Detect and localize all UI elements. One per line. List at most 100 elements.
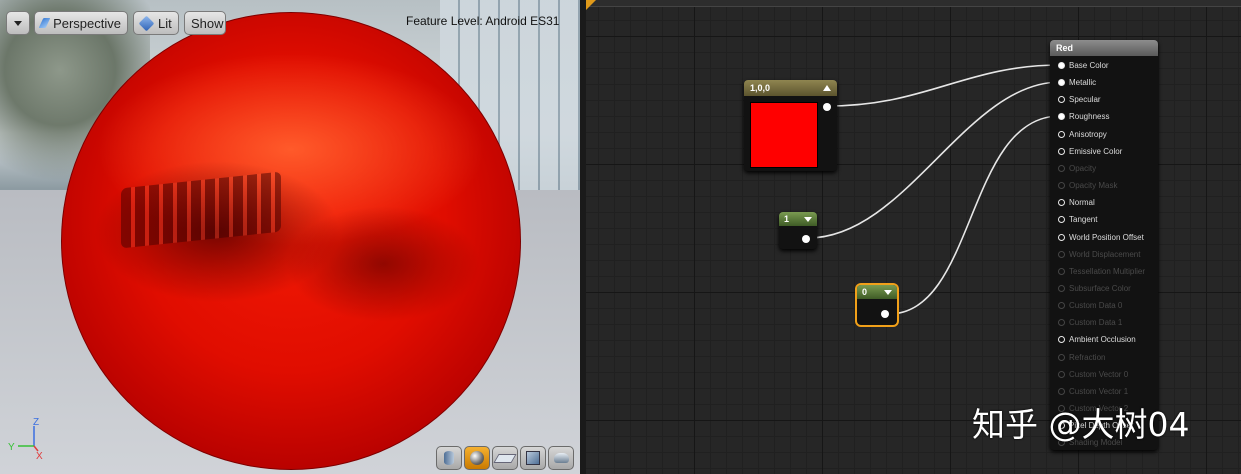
metallic-constant-node[interactable]: 1: [779, 212, 817, 249]
pin-connector-icon[interactable]: [1058, 387, 1065, 395]
color-swatch[interactable]: [750, 102, 818, 168]
metallic-constant-output-pin[interactable]: [802, 235, 810, 243]
input-pin-label: Base Color: [1069, 61, 1109, 70]
input-pin-label: Specular: [1069, 95, 1101, 105]
pin-connector-icon[interactable]: [1058, 336, 1065, 344]
input-pin-custom-data-1[interactable]: Custom Data 1: [1058, 318, 1122, 327]
chevron-down-icon[interactable]: [804, 216, 812, 222]
input-pin-tessellation-multiplier[interactable]: Tessellation Multiplier: [1058, 267, 1145, 276]
pin-connector-icon[interactable]: [1058, 233, 1065, 241]
input-pin-subsurface-color[interactable]: Subsurface Color: [1058, 284, 1131, 293]
input-pin-anisotropy[interactable]: Anisotropy: [1058, 130, 1107, 139]
input-pin-ambient-occlusion[interactable]: Ambient Occlusion: [1058, 335, 1136, 344]
pin-connector-icon[interactable]: [1058, 79, 1065, 87]
input-pin-label: World Displacement: [1069, 249, 1141, 259]
view-mode-button[interactable]: Perspective: [34, 11, 128, 35]
pin-connector-icon[interactable]: [1058, 302, 1065, 310]
input-pin-label: Custom Data 0: [1069, 301, 1123, 311]
metallic-constant-header[interactable]: 1: [779, 212, 817, 226]
cube-icon: [526, 451, 540, 465]
pin-connector-icon[interactable]: [1058, 147, 1065, 155]
collapse-arrow-icon[interactable]: [823, 85, 831, 91]
input-pin-refraction[interactable]: Refraction: [1058, 353, 1105, 362]
pin-connector-icon[interactable]: [1058, 250, 1065, 258]
roughness-constant-value: 0: [862, 287, 868, 297]
input-pin-metallic[interactable]: Metallic: [1058, 78, 1096, 87]
constant3vector-title: 1,0,0: [750, 83, 771, 93]
axis-x-label: X: [36, 451, 43, 462]
input-pin-specular[interactable]: Specular: [1058, 95, 1101, 104]
pin-connector-icon[interactable]: [1058, 199, 1065, 207]
pin-connector-icon[interactable]: [1058, 164, 1065, 172]
sphere-icon: [470, 451, 484, 465]
view-mode-label: Perspective: [53, 15, 121, 31]
input-pin-label: Tessellation Multiplier: [1069, 266, 1146, 276]
pin-connector-icon[interactable]: [1058, 113, 1065, 121]
constant3vector-output-pin[interactable]: [823, 103, 831, 111]
lighting-mode-label: Lit: [158, 15, 172, 31]
input-pin-custom-data-0[interactable]: Custom Data 0: [1058, 301, 1122, 310]
input-pin-label: Custom Vector 0: [1069, 369, 1129, 379]
pin-connector-icon[interactable]: [1058, 319, 1065, 327]
input-pin-base-color[interactable]: Base Color: [1058, 61, 1109, 70]
pin-connector-icon[interactable]: [1058, 267, 1065, 275]
chevron-down-icon: [14, 20, 22, 26]
graph-top-bar: [586, 0, 1241, 7]
roughness-constant-node[interactable]: 0: [857, 285, 897, 325]
input-pin-world-displacement[interactable]: World Displacement: [1058, 250, 1140, 259]
lighting-mode-button[interactable]: Lit: [133, 11, 179, 35]
pin-connector-icon[interactable]: [1058, 216, 1065, 224]
material-result-node[interactable]: Red Base Color Metallic Specular Roughness A…: [1050, 40, 1158, 450]
preview-cylinder-button[interactable]: [436, 446, 462, 470]
material-result-header[interactable]: Red: [1050, 40, 1158, 56]
input-pin-label: Refraction: [1069, 352, 1106, 362]
input-pin-opacity[interactable]: Opacity: [1058, 164, 1096, 173]
axis-z-label: Z: [33, 417, 39, 428]
material-preview-viewport[interactable]: Perspective Lit Show Feature Level: Andr…: [0, 0, 580, 474]
input-pin-custom-vector-1[interactable]: Custom Vector 1: [1058, 387, 1128, 396]
pin-connector-icon[interactable]: [1058, 130, 1065, 138]
preview-sphere-button[interactable]: [464, 446, 490, 470]
roughness-constant-output-pin[interactable]: [881, 310, 889, 318]
preview-mesh-toolbar: [436, 446, 574, 470]
viewport-options-button[interactable]: [6, 11, 30, 35]
input-pin-label: Metallic: [1069, 78, 1097, 88]
pin-connector-icon[interactable]: [1058, 370, 1065, 378]
input-pin-label: World Position Offset: [1069, 232, 1144, 242]
axis-indicator: Z Y X: [8, 417, 43, 462]
axis-y-label: Y: [8, 442, 15, 453]
constant3vector-header[interactable]: 1,0,0: [744, 80, 837, 96]
wire-roughness: [888, 115, 1061, 315]
input-pin-label: Tangent: [1069, 215, 1098, 225]
chevron-down-icon[interactable]: [884, 289, 892, 295]
input-pin-world-position-offset[interactable]: World Position Offset: [1058, 233, 1144, 242]
constant3vector-node[interactable]: 1,0,0: [744, 80, 837, 171]
preview-cube-button[interactable]: [520, 446, 546, 470]
wire-base-color: [827, 64, 1061, 107]
pin-connector-icon[interactable]: [1058, 62, 1065, 69]
roughness-constant-header[interactable]: 0: [857, 285, 897, 299]
input-pin-label: Emissive Color: [1069, 146, 1123, 156]
pin-connector-icon[interactable]: [1058, 353, 1065, 361]
input-pin-label: Anisotropy: [1069, 129, 1107, 139]
wire-metallic: [807, 81, 1061, 239]
pin-connector-icon[interactable]: [1058, 182, 1065, 190]
teapot-icon: [553, 453, 569, 463]
input-pin-tangent[interactable]: Tangent: [1058, 215, 1097, 224]
feature-level-readout: Feature Level: Android ES31: [406, 14, 559, 28]
input-pin-opacity-mask[interactable]: Opacity Mask: [1058, 181, 1117, 190]
input-pin-emissive-color[interactable]: Emissive Color: [1058, 147, 1122, 156]
pin-connector-icon[interactable]: [1058, 284, 1065, 292]
preview-plane-button[interactable]: [492, 446, 518, 470]
plane-icon: [493, 453, 517, 463]
input-pin-normal[interactable]: Normal: [1058, 198, 1095, 207]
input-pin-label: Subsurface Color: [1069, 283, 1131, 293]
preview-custom-mesh-button[interactable]: [548, 446, 574, 470]
feature-level-value: Android ES31: [485, 14, 560, 28]
cylinder-icon: [444, 451, 454, 465]
show-flags-button[interactable]: Show: [184, 11, 226, 35]
input-pin-label: Opacity Mask: [1069, 181, 1118, 191]
pin-connector-icon[interactable]: [1058, 96, 1065, 104]
input-pin-roughness[interactable]: Roughness: [1058, 112, 1109, 121]
input-pin-custom-vector-0[interactable]: Custom Vector 0: [1058, 370, 1128, 379]
